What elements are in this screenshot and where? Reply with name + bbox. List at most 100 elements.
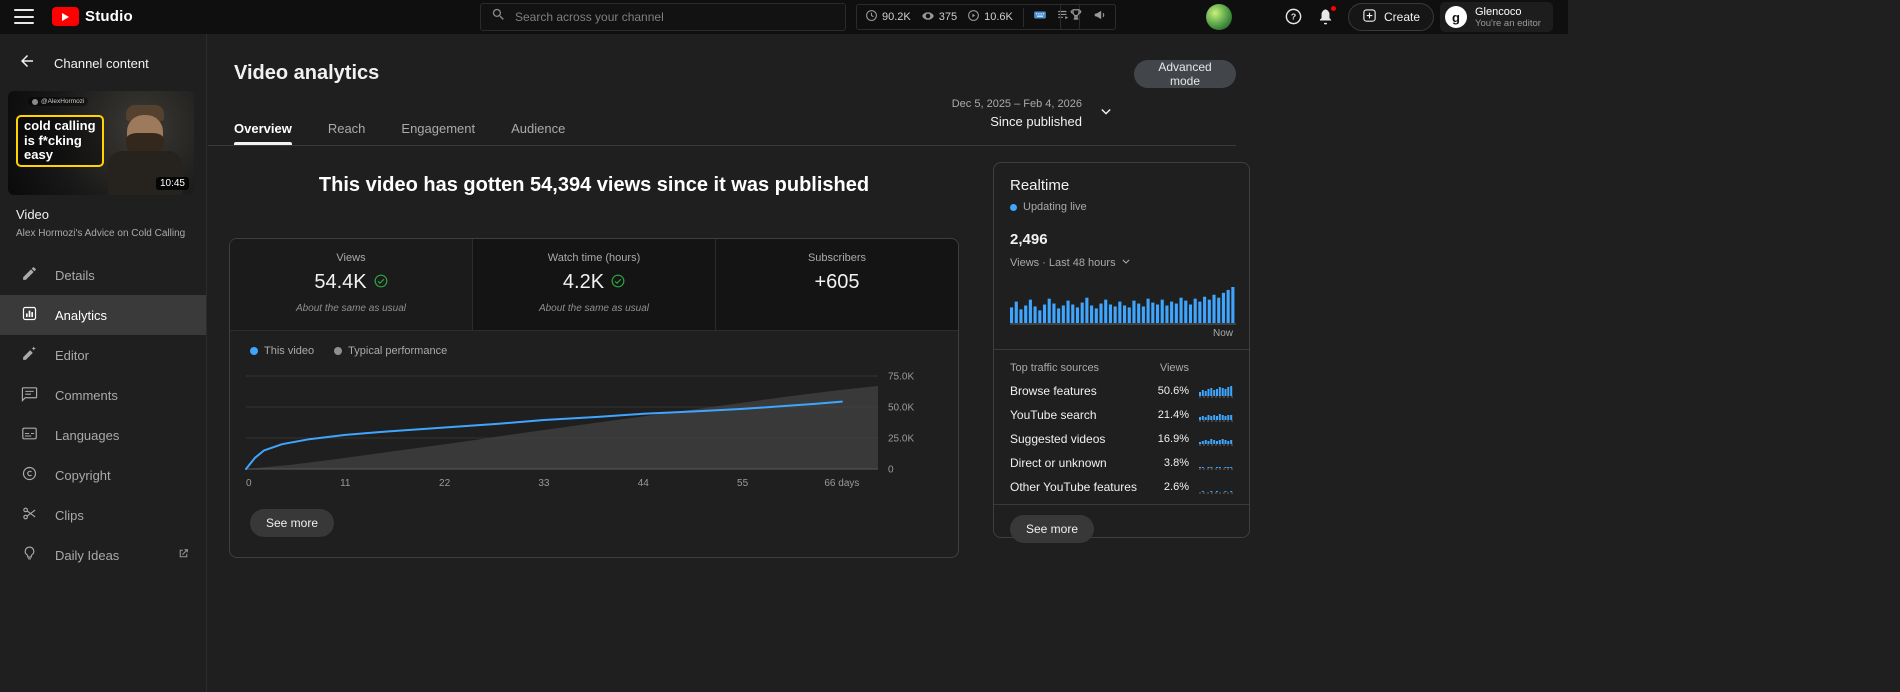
- video-title: Alex Hormozi's Advice on Cold Calling: [16, 228, 186, 239]
- channel-avatar[interactable]: [1206, 4, 1232, 30]
- traffic-row-browse-features: Browse features 50.6%: [1010, 384, 1233, 398]
- svg-text:22: 22: [439, 478, 451, 489]
- pencil-icon: [21, 265, 38, 285]
- sidebar-item-analytics[interactable]: Analytics: [0, 295, 206, 335]
- notifications-bell-icon[interactable]: [1316, 5, 1337, 27]
- tab-overview[interactable]: Overview: [234, 112, 292, 145]
- watching-now-stat: 375: [921, 9, 957, 26]
- external-link-icon: [177, 547, 190, 563]
- divider: [994, 349, 1249, 350]
- back-to-channel-content[interactable]: Channel content: [0, 34, 206, 75]
- chart-legend: This video Typical performance: [230, 331, 958, 357]
- about-same-check-icon: [611, 271, 625, 294]
- tab-audience[interactable]: Audience: [511, 112, 565, 145]
- back-label: Channel content: [54, 56, 149, 71]
- youtube-play-icon: [52, 7, 79, 26]
- subscribers-stat: 10.6K: [967, 9, 1013, 25]
- legend-dot-gray: [334, 347, 343, 355]
- studio-logo[interactable]: Studio: [52, 7, 133, 26]
- account-chip[interactable]: g Glencoco You're an editor: [1440, 2, 1553, 32]
- clock-icon: [865, 9, 878, 25]
- sidebar-item-copyright[interactable]: Copyright: [0, 455, 206, 495]
- svg-text:33: 33: [538, 478, 550, 489]
- svg-text:0: 0: [888, 465, 894, 476]
- analytics-tabs: Overview Reach Engagement Audience: [208, 112, 1236, 146]
- traffic-sparkline: [1199, 385, 1233, 398]
- account-role: You're an editor: [1475, 17, 1541, 29]
- video-thumbnail[interactable]: @AlexHormozi cold calling is f*cking eas…: [8, 91, 194, 195]
- video-menu: Details Analytics Editor Comments Langua…: [0, 255, 206, 575]
- realtime-title: Realtime: [1010, 177, 1070, 194]
- traffic-row-suggested-videos: Suggested videos 16.9%: [1010, 432, 1233, 446]
- account-name: Glencoco: [1475, 5, 1522, 18]
- svg-text:0: 0: [246, 478, 252, 489]
- studio-logo-text: Studio: [85, 8, 133, 25]
- sidebar: Channel content @AlexHormozi cold callin…: [0, 34, 207, 692]
- notification-badge: [1330, 5, 1337, 12]
- traffic-sparkline: [1199, 481, 1233, 494]
- tab-reach[interactable]: Reach: [328, 112, 366, 145]
- traffic-row-youtube-search: YouTube search 21.4%: [1010, 408, 1233, 422]
- now-label: Now: [1212, 328, 1233, 339]
- create-button[interactable]: Create: [1348, 3, 1435, 31]
- legend-typical-performance: Typical performance: [334, 345, 447, 357]
- channel-search: [480, 3, 846, 31]
- thumbnail-caption: cold calling is f*cking easy: [16, 115, 104, 167]
- bulb-icon: [21, 545, 38, 565]
- search-icon: [491, 7, 506, 27]
- create-icon: [1362, 8, 1377, 26]
- account-avatar: g: [1445, 6, 1467, 28]
- sidebar-item-editor[interactable]: Editor: [0, 335, 206, 375]
- traffic-sources-header: Top traffic sources Views: [1010, 362, 1189, 374]
- scissors-icon: [21, 505, 38, 525]
- realtime-card: Realtime Updating live 2,496 Views · Las…: [993, 162, 1250, 543]
- divider: [994, 504, 1249, 505]
- copyright-icon: [21, 465, 38, 485]
- realtime-views-caption[interactable]: Views · Last 48 hours: [1010, 255, 1233, 270]
- metric-tab-views[interactable]: Views 54.4K About the same as usual: [230, 239, 473, 330]
- help-icon[interactable]: ?: [1284, 7, 1304, 27]
- video-kind-label: Video: [16, 207, 50, 222]
- eye-icon: [921, 9, 935, 26]
- svg-text:55: 55: [737, 478, 749, 489]
- traffic-sparkline: [1199, 433, 1233, 446]
- topbar: Studio 90.2K 375 10.6K: [0, 0, 1568, 34]
- arrow-left-icon: [18, 52, 36, 75]
- sidebar-item-details[interactable]: Details: [0, 255, 206, 295]
- thumbnail-channel-handle: @AlexHormozi: [28, 97, 89, 106]
- views-line-chart: 0 25.0K 50.0K 75.0K 0 11 22 33 44 55 66 days: [242, 361, 958, 501]
- editor-icon: [21, 345, 38, 365]
- traffic-row-other-youtube-features: Other YouTube features 2.6%: [1010, 480, 1233, 494]
- tab-engagement[interactable]: Engagement: [401, 112, 475, 145]
- realtime-bar-chart: [1010, 283, 1236, 327]
- keyboard-icon[interactable]: [1032, 8, 1048, 27]
- date-range-text: Dec 5, 2025 – Feb 4, 2026: [951, 98, 1082, 110]
- svg-text:66 days: 66 days: [824, 478, 859, 489]
- trophy-icon[interactable]: [1069, 8, 1083, 27]
- megaphone-icon[interactable]: [1093, 8, 1107, 27]
- metric-tabs: Views 54.4K About the same as usual Watc…: [230, 239, 958, 331]
- traffic-sparkline: [1199, 457, 1233, 470]
- live-dot-icon: [1010, 203, 1017, 211]
- menu-icon[interactable]: [14, 9, 34, 24]
- see-more-button[interactable]: See more: [250, 509, 335, 537]
- overview-metrics-card: Views 54.4K About the same as usual Watc…: [229, 238, 959, 558]
- sidebar-item-daily-ideas[interactable]: Daily Ideas: [0, 535, 206, 575]
- search-input[interactable]: [515, 10, 835, 24]
- extension-stats-bar: 90.2K 375 10.6K: [856, 4, 1080, 30]
- sidebar-item-languages[interactable]: Languages: [0, 415, 206, 455]
- play-circle-icon: [967, 9, 980, 25]
- chevron-down-icon: [1120, 255, 1132, 270]
- traffic-row-direct-or-unknown: Direct or unknown 3.8%: [1010, 456, 1233, 470]
- views-per-hour-stat: 90.2K: [865, 9, 911, 25]
- metric-tab-watch-time[interactable]: Watch time (hours) 4.2K About the same a…: [473, 239, 716, 330]
- realtime-see-more-button[interactable]: See more: [1010, 515, 1095, 543]
- realtime-views-value: 2,496: [1010, 231, 1048, 248]
- metric-tab-subscribers[interactable]: Subscribers +605: [716, 239, 958, 330]
- video-meta: Video Alex Hormozi's Advice on Cold Call…: [0, 195, 206, 239]
- page-title: Video analytics: [234, 62, 380, 84]
- advanced-mode-button[interactable]: Advanced mode: [1134, 60, 1236, 88]
- sidebar-item-clips[interactable]: Clips: [0, 495, 206, 535]
- sidebar-item-comments[interactable]: Comments: [0, 375, 206, 415]
- youtube-studio-app: Studio 90.2K 375 10.6K: [0, 0, 1568, 692]
